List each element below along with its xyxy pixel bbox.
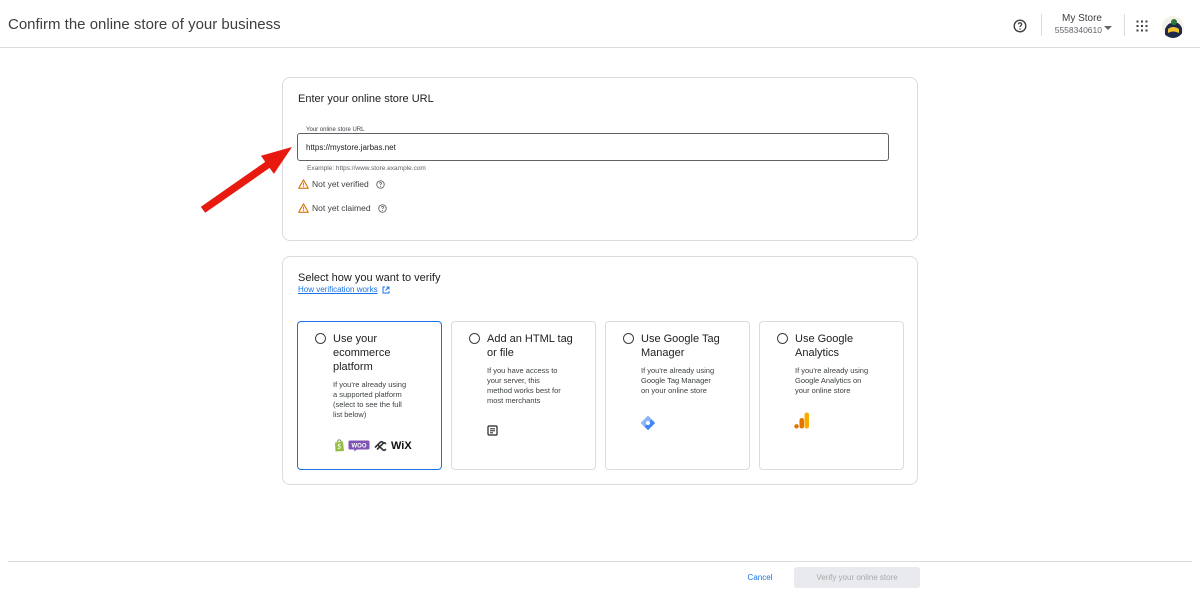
option-title-line: Use Google Tag	[641, 333, 720, 345]
external-link-icon	[382, 286, 390, 293]
option-title: Use Google Analytics	[795, 332, 895, 360]
divider	[1041, 14, 1042, 36]
store-url-field[interactable]	[297, 133, 889, 161]
store-url-input[interactable]	[298, 134, 888, 160]
option-google-tag-manager[interactable]: Use Google Tag Manager If you're already…	[605, 321, 750, 470]
option-ecommerce-platform[interactable]: Use your ecommerce platform If you're al…	[297, 321, 442, 470]
account-id: 5558340610	[1054, 25, 1102, 35]
option-title-line: or file	[487, 347, 514, 359]
footer-divider	[8, 561, 1192, 562]
apps-grid-icon[interactable]	[1136, 20, 1148, 32]
option-desc-line: Google Tag Manager	[641, 376, 711, 385]
document-icon	[487, 425, 498, 436]
radio-html-tag[interactable]	[469, 333, 480, 344]
option-desc-line: your online store	[795, 386, 851, 395]
store-url-helper: Example: https://www.store.example.com	[307, 165, 426, 172]
option-desc-line: If you have access to	[487, 366, 558, 375]
url-card: Enter your online store URL Your online …	[282, 77, 918, 241]
annotation-arrow	[200, 147, 292, 213]
help-icon[interactable]	[1013, 19, 1027, 33]
divider	[1124, 14, 1125, 36]
option-desc-line: a supported platform	[333, 390, 402, 399]
option-title: Use your ecommerce platform	[333, 332, 433, 374]
link-text: How verification works	[298, 285, 378, 294]
option-desc-line: your server, this	[487, 376, 540, 385]
option-description: If you have access to your server, this …	[487, 366, 587, 406]
option-desc-line: method works best for	[487, 386, 561, 395]
shopify-icon	[335, 439, 344, 452]
status-verified-text: Not yet verified	[312, 179, 369, 189]
option-title-line: Analytics	[795, 347, 840, 359]
account-switcher[interactable]: My Store 5558340610	[1050, 13, 1102, 36]
option-title: Add an HTML tag or file	[487, 332, 587, 360]
option-description: If you're already using a supported plat…	[333, 380, 433, 420]
analytics-icon	[794, 412, 809, 429]
account-name: My Store	[1061, 13, 1102, 24]
option-desc-line: Google Analytics on	[795, 376, 862, 385]
avatar[interactable]	[1162, 16, 1184, 38]
radio-ecommerce-platform[interactable]	[315, 333, 326, 344]
radio-google-tag-manager[interactable]	[623, 333, 634, 344]
option-description: If you're already using Google Analytics…	[795, 366, 895, 396]
option-desc-line: If you're already using	[641, 366, 715, 375]
option-google-analytics[interactable]: Use Google Analytics If you're already u…	[759, 321, 904, 470]
woo-label: WOO	[352, 443, 367, 449]
option-desc-line: list below)	[333, 410, 367, 419]
option-title-line: Use Google	[795, 333, 854, 345]
verify-store-button[interactable]: Verify your online store	[794, 567, 920, 588]
option-html-tag[interactable]: Add an HTML tag or file If you have acce…	[451, 321, 596, 470]
option-title-line: Manager	[641, 347, 685, 359]
status-claimed: Not yet claimed	[298, 203, 390, 213]
option-title-line: Add an HTML tag	[487, 333, 573, 345]
status-claimed-text: Not yet claimed	[312, 203, 371, 213]
option-title-line: platform	[333, 361, 373, 373]
chevron-down-icon[interactable]	[1104, 26, 1112, 30]
how-verification-works-link[interactable]: How verification works	[298, 285, 390, 294]
option-desc-line: If you're already using	[333, 380, 407, 389]
url-card-title: Enter your online store URL	[298, 93, 434, 105]
verify-card: Select how you want to verify How verifi…	[282, 256, 918, 485]
help-icon[interactable]	[377, 203, 387, 213]
option-title-line: ecommerce	[333, 347, 391, 359]
store-url-label: Your online store URL	[304, 127, 367, 133]
cancel-button[interactable]: Cancel	[740, 569, 780, 586]
option-desc-line: If you're already using	[795, 366, 869, 375]
option-description: If you're already using Google Tag Manag…	[641, 366, 741, 396]
radio-google-analytics[interactable]	[777, 333, 788, 344]
option-desc-line: (select to see the full	[333, 400, 402, 409]
squarespace-icon	[374, 440, 387, 452]
option-title: Use Google Tag Manager	[641, 332, 741, 360]
verify-card-title: Select how you want to verify	[298, 272, 441, 284]
help-icon[interactable]	[376, 179, 385, 189]
option-title-line: Use your	[333, 333, 378, 345]
option-desc-line: on your online store	[641, 386, 707, 395]
tag-manager-icon	[640, 415, 656, 431]
woo-icon: WOO	[348, 440, 370, 452]
option-desc-line: most merchants	[487, 396, 541, 405]
wix-icon: WiX	[391, 440, 412, 452]
status-verified: Not yet verified	[298, 179, 388, 189]
